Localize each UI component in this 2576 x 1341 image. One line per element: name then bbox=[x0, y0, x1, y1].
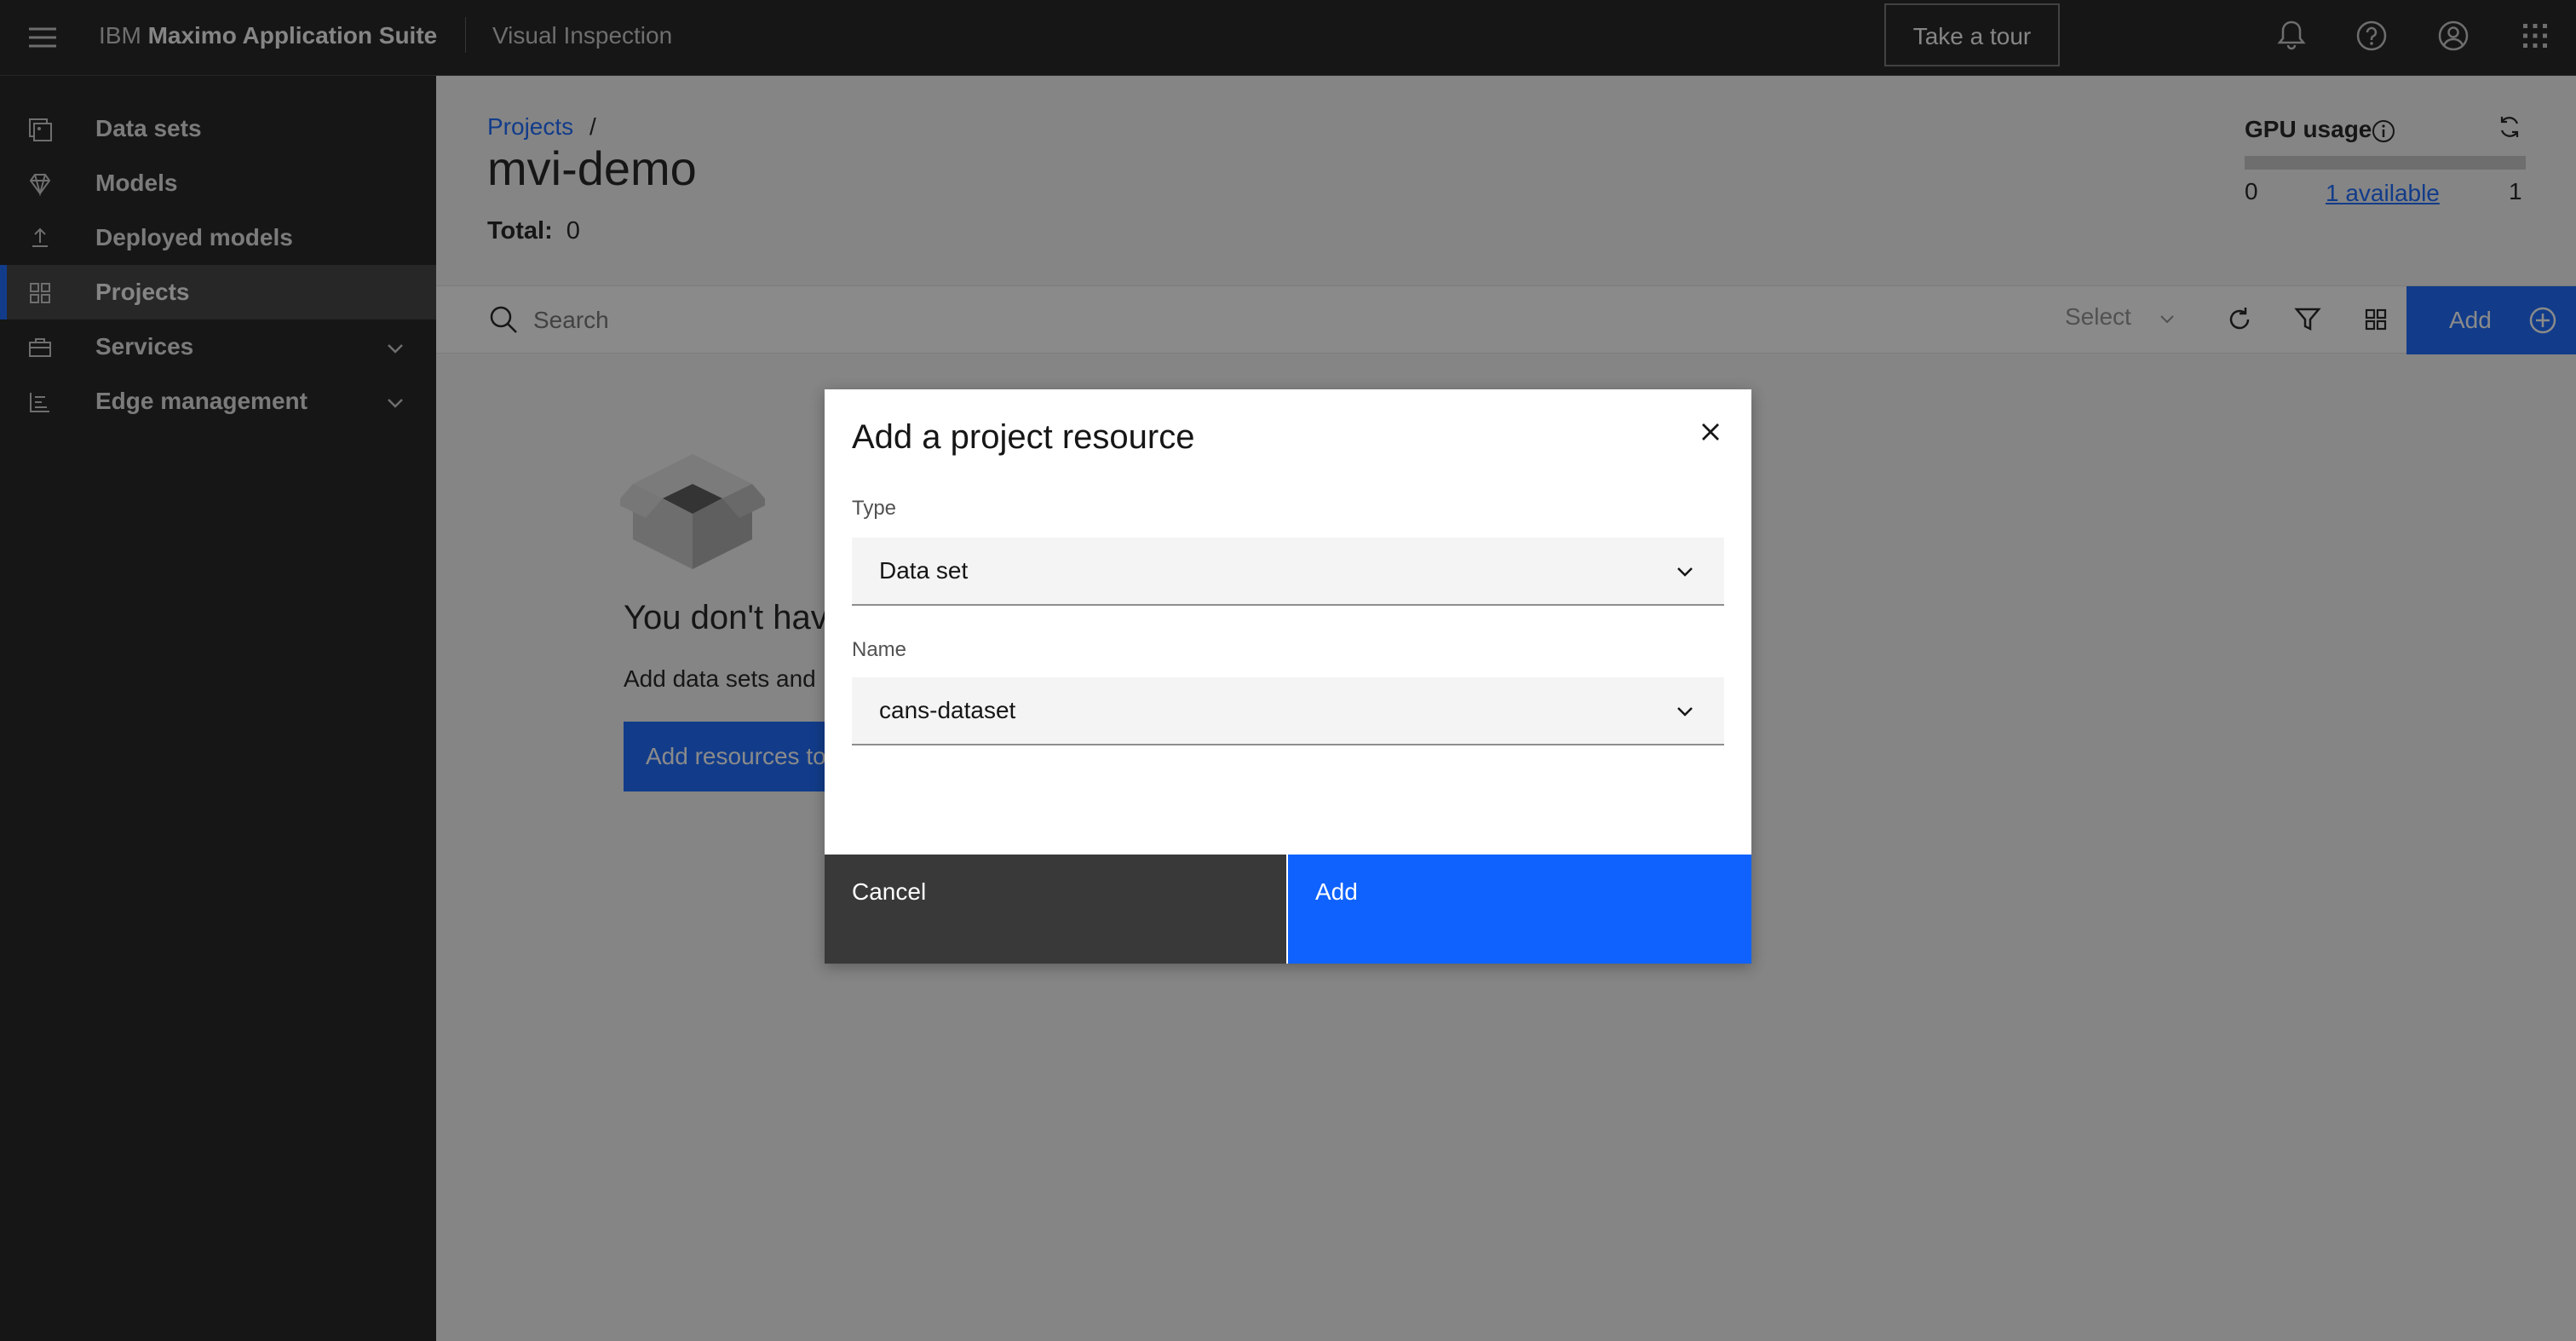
name-dropdown[interactable]: cans-dataset bbox=[852, 677, 1724, 745]
type-label: Type bbox=[852, 497, 897, 520]
modal-title: Add a project resource bbox=[852, 418, 1195, 456]
close-icon[interactable] bbox=[1693, 415, 1728, 449]
type-value: Data set bbox=[879, 557, 969, 584]
add-project-resource-modal: Add a project resource Type Data set Nam… bbox=[825, 389, 1751, 964]
add-label: Add bbox=[1315, 878, 1358, 905]
name-label: Name bbox=[852, 638, 907, 661]
modal-footer: Cancel Add bbox=[825, 855, 1751, 964]
cancel-button[interactable]: Cancel bbox=[825, 855, 1286, 964]
chevron-down-icon bbox=[1677, 707, 1693, 717]
modal-add-button[interactable]: Add bbox=[1288, 855, 1751, 964]
type-dropdown[interactable]: Data set bbox=[852, 538, 1724, 606]
name-value: cans-dataset bbox=[879, 697, 1016, 723]
chevron-down-icon bbox=[1677, 567, 1693, 577]
cancel-label: Cancel bbox=[852, 878, 927, 905]
